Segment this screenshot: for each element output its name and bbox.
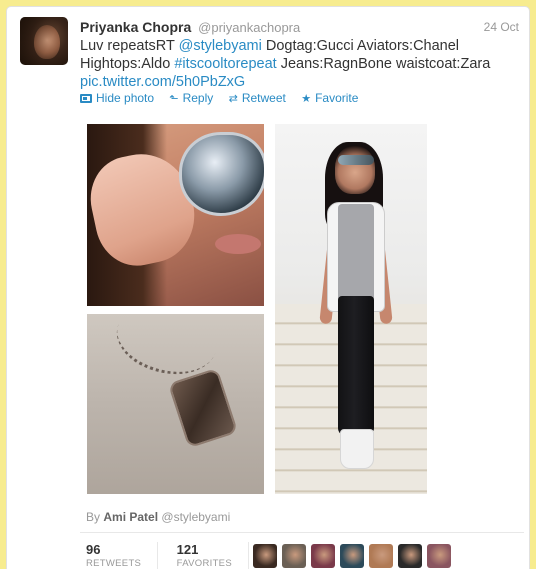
full-outfit-photo (275, 124, 427, 494)
retweeter-avatar[interactable] (340, 544, 364, 568)
favorite-action[interactable]: ★ Favorite (301, 90, 358, 107)
star-icon: ★ (301, 93, 312, 105)
photo-byline: By Ami Patel @stylebyami (86, 510, 230, 524)
author-handle[interactable]: @priyankachopra (198, 20, 300, 35)
hide-photo-action[interactable]: Hide photo (80, 90, 154, 106)
retweeter-avatar[interactable] (398, 544, 422, 568)
dogtag-photo (87, 314, 264, 494)
author-name[interactable]: Priyanka Chopra (80, 19, 191, 35)
reply-arrow-icon: ⬑ (169, 93, 179, 105)
photo-aviator-lens (179, 132, 264, 216)
retweeter-avatar[interactable] (282, 544, 306, 568)
byline-name[interactable]: Ami Patel (103, 510, 158, 524)
retweeter-avatar[interactable] (369, 544, 393, 568)
photo-lips (215, 234, 261, 254)
author-avatar[interactable] (20, 17, 68, 65)
retweets-stat[interactable]: 96 RETWEETS (86, 542, 159, 569)
retweets-label: RETWEETS (86, 558, 142, 569)
tweet-stats: 96 RETWEETS 121 FAVORITES (86, 542, 263, 569)
tweet-photo-collage[interactable] (87, 124, 427, 494)
photo-icon (80, 94, 92, 103)
retweeter-avatar[interactable] (253, 544, 277, 568)
pic-link[interactable]: pic.twitter.com/5h0PbZxG (80, 74, 245, 90)
stats-divider (80, 532, 524, 533)
retweeter-avatar[interactable] (311, 544, 335, 568)
reply-action[interactable]: ⬑ Reply (169, 90, 213, 107)
favorites-label: FAVORITES (176, 558, 232, 569)
retweet-label: Retweet (241, 91, 286, 105)
hide-photo-label: Hide photo (96, 91, 155, 105)
photo-person-hightops (340, 429, 374, 469)
tweet-actions: Hide photo ⬑ Reply ⇄ Retweet ★ Favorite (80, 90, 370, 106)
sunglasses-closeup-photo (87, 124, 264, 306)
favorites-count: 121 (176, 542, 199, 557)
photo-dogtag (167, 367, 239, 449)
retweet-action[interactable]: ⇄ Retweet (229, 90, 286, 107)
tweet-text-part: Luv repeatsRT (80, 38, 179, 54)
favorites-stat[interactable]: 121 FAVORITES (177, 542, 249, 569)
byline-prefix: By (86, 510, 101, 524)
photo-person-sunglasses (338, 155, 374, 165)
tweet-text: Luv repeatsRT @stylebyami Dogtag:Gucci A… (80, 37, 520, 91)
tweet-card: Priyanka Chopra @priyankachopra 24 Oct L… (6, 6, 530, 569)
tweet-header: Priyanka Chopra @priyankachopra 24 Oct (80, 18, 520, 36)
retweeter-avatars (253, 544, 456, 569)
byline-handle[interactable]: @stylebyami (161, 510, 230, 524)
hashtag-link[interactable]: #itscooltorepeat (174, 56, 276, 72)
retweeter-avatar[interactable] (427, 544, 451, 568)
photo-person-jeans (338, 296, 374, 436)
mention-link[interactable]: @stylebyami (179, 38, 262, 54)
favorite-label: Favorite (315, 91, 359, 105)
reply-label: Reply (182, 91, 214, 105)
tweet-date[interactable]: 24 Oct (484, 18, 519, 36)
retweet-icon: ⇄ (228, 93, 238, 105)
tweet-text-part: Jeans:RagnBone waistcoat:Zara (276, 56, 491, 72)
retweets-count: 96 (86, 542, 101, 557)
photo-person-head (335, 146, 375, 194)
photo-person-top (338, 204, 374, 302)
